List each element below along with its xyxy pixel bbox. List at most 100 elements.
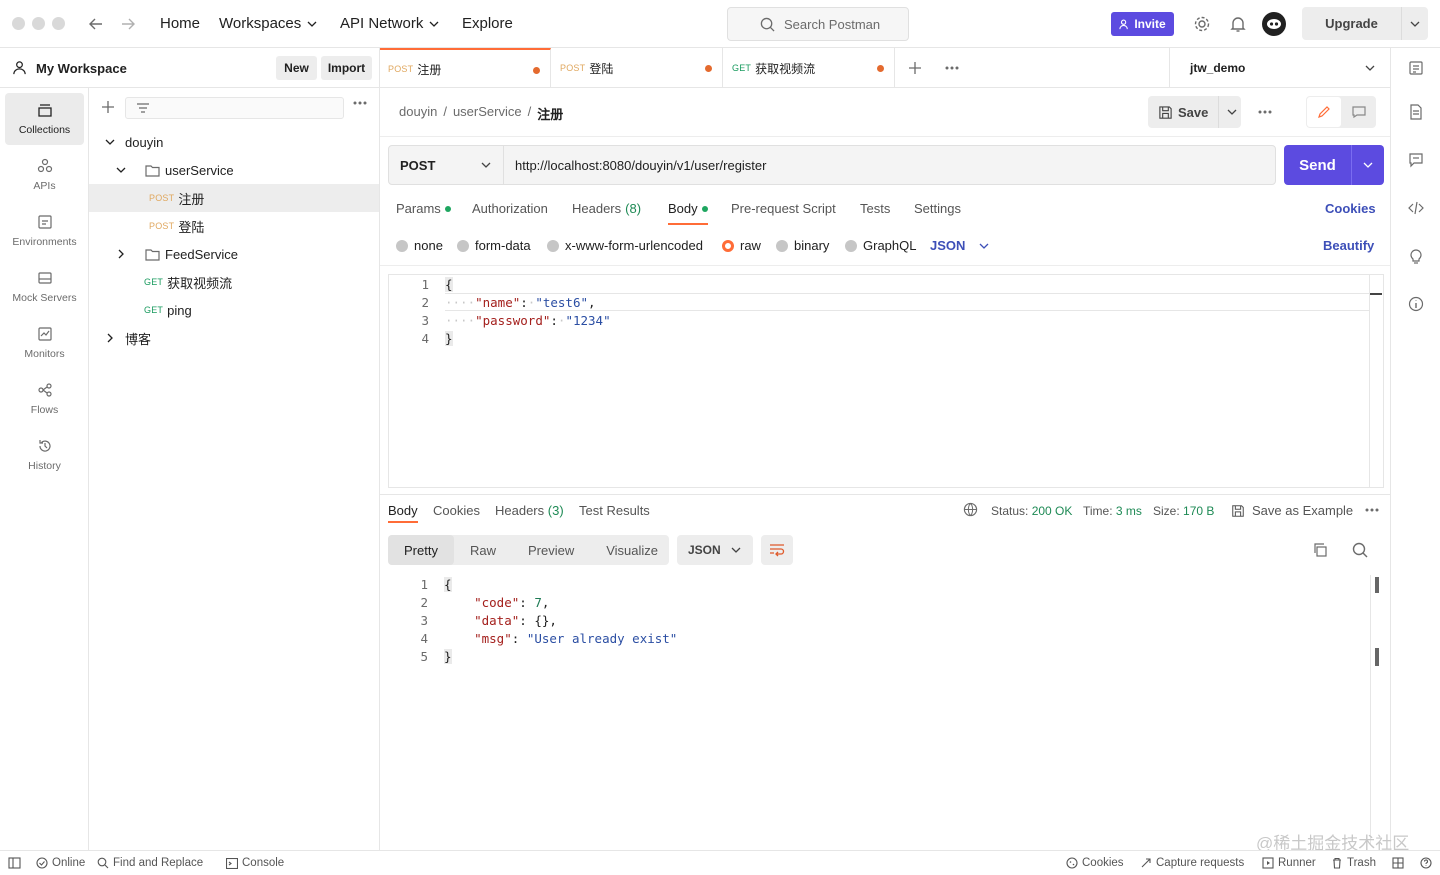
request-more-icon[interactable] (1258, 110, 1272, 114)
find-replace-button[interactable]: Find and Replace (97, 857, 203, 869)
rail-flows[interactable]: Flows (5, 373, 84, 425)
view-preview[interactable]: Preview (512, 535, 590, 565)
search-icon[interactable] (1352, 542, 1368, 558)
lightbulb-icon[interactable] (1408, 248, 1424, 264)
search-input[interactable]: Search Postman (727, 7, 909, 41)
invite-button[interactable]: Invite (1111, 12, 1174, 36)
response-size[interactable]: Size: 170 B (1153, 504, 1214, 518)
rail-apis[interactable]: APIs (5, 149, 84, 201)
filter-input[interactable] (125, 97, 344, 119)
scroll-thumb[interactable] (1370, 293, 1382, 295)
tab-login[interactable]: POST 登陆 (552, 48, 723, 88)
response-format-select[interactable]: JSON (677, 535, 753, 565)
two-pane-view-icon[interactable] (1392, 857, 1404, 869)
info-icon[interactable] (1408, 296, 1424, 312)
breadcrumb-request[interactable]: 注册 (537, 104, 563, 123)
tab-prerequest-script[interactable]: Pre-request Script (731, 201, 836, 216)
body-type-form-data[interactable]: form-data (457, 238, 531, 253)
save-button[interactable]: Save (1148, 96, 1241, 128)
nav-workspaces[interactable]: Workspaces (219, 15, 317, 32)
notification-bell-icon[interactable] (1229, 15, 1247, 33)
tree-request-ping[interactable]: GET ping (89, 296, 379, 324)
response-tab-headers[interactable]: Headers (3) (495, 503, 564, 518)
cookies-link[interactable]: Cookies (1325, 201, 1376, 216)
beautify-link[interactable]: Beautify (1323, 238, 1374, 253)
rail-monitors[interactable]: Monitors (5, 317, 84, 369)
tab-body[interactable]: Body (668, 201, 708, 216)
capture-requests-button[interactable]: Capture requests (1140, 857, 1244, 869)
scroll-thumb[interactable] (1375, 577, 1379, 593)
nav-explore[interactable]: Explore (462, 15, 513, 32)
tree-request-feed[interactable]: GET 获取视频流 (89, 268, 379, 296)
comment-mode-icon[interactable] (1342, 96, 1376, 128)
environment-quicklook-icon[interactable] (1408, 60, 1424, 76)
nav-home[interactable]: Home (160, 15, 200, 32)
chevron-down-icon[interactable] (1363, 160, 1373, 170)
workspace-name[interactable]: My Workspace (36, 61, 127, 76)
url-input[interactable]: http://localhost:8080/douyin/v1/user/reg… (515, 158, 766, 173)
console-button[interactable]: Console (226, 857, 284, 869)
view-visualize[interactable]: Visualize (590, 535, 674, 565)
tab-register[interactable]: POST 注册 (380, 48, 551, 88)
send-button[interactable]: Send (1284, 145, 1384, 185)
body-type-graphql[interactable]: GraphQL (845, 238, 916, 253)
tree-request-register[interactable]: POST 注册 (89, 184, 379, 212)
body-type-binary[interactable]: binary (776, 238, 829, 253)
settings-gear-icon[interactable] (1193, 15, 1211, 33)
rail-mock-servers[interactable]: Mock Servers (5, 261, 84, 313)
toggle-sidebar-icon[interactable] (8, 857, 21, 869)
response-status[interactable]: Status: 200 OK (991, 504, 1072, 518)
avatar[interactable] (1262, 12, 1286, 36)
response-divider[interactable] (380, 494, 1390, 495)
response-more-icon[interactable] (1365, 508, 1379, 512)
breadcrumb-collection[interactable]: douyin (399, 104, 437, 123)
tree-folder-feedservice[interactable]: FeedService (89, 240, 379, 268)
tree-collection-blog[interactable]: 博客 (89, 324, 379, 352)
tab-authorization[interactable]: Authorization (472, 201, 548, 216)
back-arrow-icon[interactable] (88, 16, 104, 32)
request-body-editor[interactable]: 1 2 3 4 { ····"name":·"test6", ····"pass… (388, 274, 1384, 488)
environment-selector[interactable]: jtw_demo (1169, 48, 1390, 88)
more-options-icon[interactable] (353, 101, 367, 105)
window-zoom-button[interactable] (52, 17, 65, 30)
cookies-button[interactable]: Cookies (1066, 857, 1124, 869)
tab-headers[interactable]: Headers (8) (572, 201, 641, 216)
window-close-button[interactable] (12, 17, 25, 30)
chevron-down-icon[interactable] (1227, 107, 1237, 117)
response-tab-body[interactable]: Body (388, 503, 418, 518)
online-status[interactable]: Online (36, 857, 85, 869)
new-tab-plus-icon[interactable] (908, 61, 922, 75)
help-icon[interactable] (1420, 857, 1432, 869)
tab-feed[interactable]: GET 获取视频流 (724, 48, 895, 88)
body-type-none[interactable]: none (396, 238, 443, 253)
response-tab-cookies[interactable]: Cookies (433, 503, 480, 518)
rail-history[interactable]: History (5, 429, 84, 481)
method-select[interactable]: POST (389, 146, 504, 184)
body-format-select[interactable]: JSON (930, 238, 989, 253)
code-snippet-icon[interactable] (1408, 200, 1424, 216)
save-as-example-button[interactable]: Save as Example (1231, 503, 1353, 518)
globe-icon[interactable] (963, 502, 978, 517)
rail-environments[interactable]: Environments (5, 205, 84, 257)
response-tab-test-results[interactable]: Test Results (579, 503, 650, 518)
copy-icon[interactable] (1312, 542, 1328, 558)
body-type-urlencoded[interactable]: x-www-form-urlencoded (547, 238, 703, 253)
response-time[interactable]: Time: 3 ms (1083, 504, 1142, 518)
trash-button[interactable]: Trash (1331, 857, 1376, 869)
upgrade-button[interactable]: Upgrade (1302, 7, 1428, 40)
breadcrumb-folder[interactable]: userService (453, 104, 522, 123)
tab-params[interactable]: Params (396, 201, 451, 216)
add-collection-icon[interactable] (101, 100, 115, 114)
body-type-raw[interactable]: raw (722, 238, 761, 253)
view-pretty[interactable]: Pretty (388, 535, 454, 565)
window-minimize-button[interactable] (32, 17, 45, 30)
editor-scrollbar[interactable] (1369, 275, 1383, 487)
documentation-icon[interactable] (1408, 104, 1424, 120)
forward-arrow-icon[interactable] (120, 16, 136, 32)
view-raw[interactable]: Raw (454, 535, 512, 565)
wrap-lines-button[interactable] (761, 535, 793, 565)
tree-collection-douyin[interactable]: douyin (89, 128, 379, 156)
import-button[interactable]: Import (321, 56, 372, 80)
rail-collections[interactable]: Collections (5, 93, 84, 145)
new-button[interactable]: New (276, 56, 317, 80)
